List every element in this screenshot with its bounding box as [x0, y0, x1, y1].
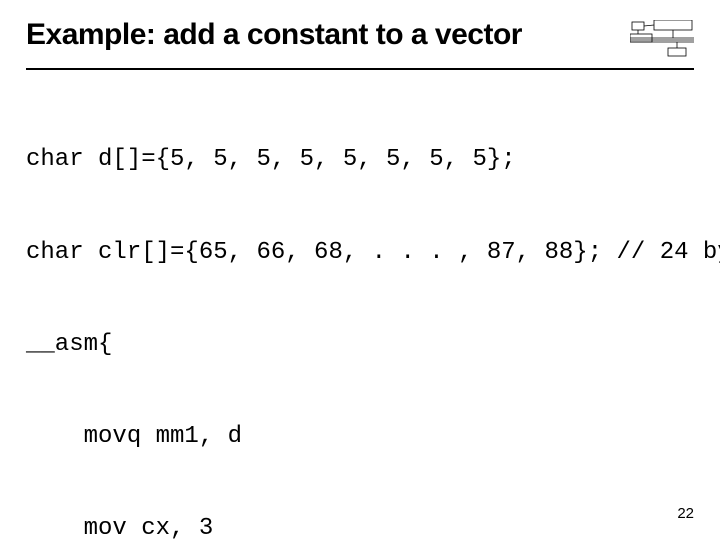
- page-number: 22: [677, 505, 694, 522]
- divider: [26, 68, 694, 70]
- diagram-icon: [630, 20, 694, 60]
- code-block: char d[]={5, 5, 5, 5, 5, 5, 5, 5}; char …: [26, 84, 694, 540]
- slide: Example: add a constant to a vector char…: [0, 0, 720, 540]
- title-row: Example: add a constant to a vector: [26, 18, 694, 60]
- code-line: char d[]={5, 5, 5, 5, 5, 5, 5, 5};: [26, 145, 694, 176]
- page-title: Example: add a constant to a vector: [26, 18, 522, 51]
- code-line: __asm{: [26, 330, 694, 361]
- code-line: char clr[]={65, 66, 68, . . . , 87, 88};…: [26, 238, 694, 269]
- code-line: movq mm1, d: [26, 422, 694, 453]
- code-line: mov cx, 3: [26, 514, 694, 540]
